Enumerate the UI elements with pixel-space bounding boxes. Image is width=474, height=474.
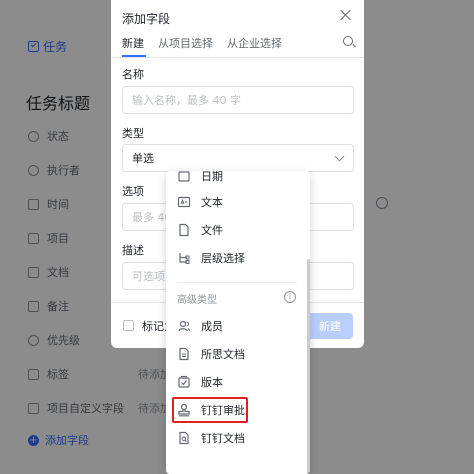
modal-tabs: 新建 从项目选择 从企业选择: [122, 35, 282, 51]
file-icon: [177, 223, 191, 237]
dropdown-item-member[interactable]: 成员: [166, 313, 306, 339]
version-icon: [177, 375, 191, 389]
highlight-annotation: [172, 397, 248, 423]
document-icon: [177, 347, 191, 361]
advanced-types-header: 高级类型: [177, 295, 217, 306]
dropdown-item-dingtalk-doc[interactable]: 钉钉文档: [166, 425, 306, 451]
tab-from-enterprise[interactable]: 从企业选择: [227, 35, 282, 51]
search-icon[interactable]: [343, 36, 353, 46]
name-label: 名称: [122, 68, 144, 81]
dropdown-item-cascade[interactable]: 层级选择: [166, 245, 306, 271]
dropdown-item-label: 钉钉文档: [201, 432, 245, 445]
tab-new[interactable]: 新建: [122, 35, 144, 51]
dropdown-item-date[interactable]: 日期: [166, 171, 306, 189]
dropdown-item-label: 层级选择: [201, 252, 245, 265]
calendar-icon: [177, 171, 191, 183]
create-button[interactable]: 新建: [307, 313, 353, 339]
type-select[interactable]: 单选: [122, 144, 354, 172]
dropdown-divider: [177, 282, 297, 283]
tab-divider: [111, 57, 364, 58]
dropdown-scrollbar[interactable]: [307, 259, 310, 474]
dropdown-item-doc[interactable]: 所思文档: [166, 341, 306, 367]
type-dropdown: 日期 文本 文件 层级选择 高级类型 i 成员 所思文档 版本 钉钉审批 钉钉文…: [166, 171, 310, 474]
text-icon: [177, 195, 191, 209]
dropdown-item-label: 所思文档: [201, 348, 245, 361]
dropdown-item-label: 日期: [201, 171, 223, 183]
name-input[interactable]: 输入名称，最多 40 字: [122, 86, 354, 114]
name-placeholder: 输入名称，最多 40 字: [132, 94, 241, 107]
close-icon[interactable]: [340, 9, 352, 21]
tab-from-project[interactable]: 从项目选择: [158, 35, 213, 51]
dropdown-item-label: 文件: [201, 224, 223, 237]
type-value: 单选: [132, 152, 154, 165]
options-label: 选项: [122, 185, 144, 198]
dropdown-item-label: 版本: [201, 376, 223, 389]
mark-checkbox[interactable]: [123, 320, 134, 331]
chevron-down-icon: [334, 151, 345, 162]
info-icon[interactable]: i: [284, 291, 296, 303]
dropdown-item-version[interactable]: 版本: [166, 369, 306, 395]
dropdown-item-label: 文本: [201, 196, 223, 209]
dropdown-item-text[interactable]: 文本: [166, 189, 306, 215]
dropdown-item-file[interactable]: 文件: [166, 217, 306, 243]
modal-title: 添加字段: [122, 12, 171, 26]
description-label: 描述: [122, 244, 144, 257]
document-search-icon: [177, 431, 191, 445]
hierarchy-icon: [177, 251, 191, 265]
type-label: 类型: [122, 127, 144, 140]
dropdown-item-label: 成员: [201, 320, 223, 333]
user-group-icon: [177, 319, 191, 333]
